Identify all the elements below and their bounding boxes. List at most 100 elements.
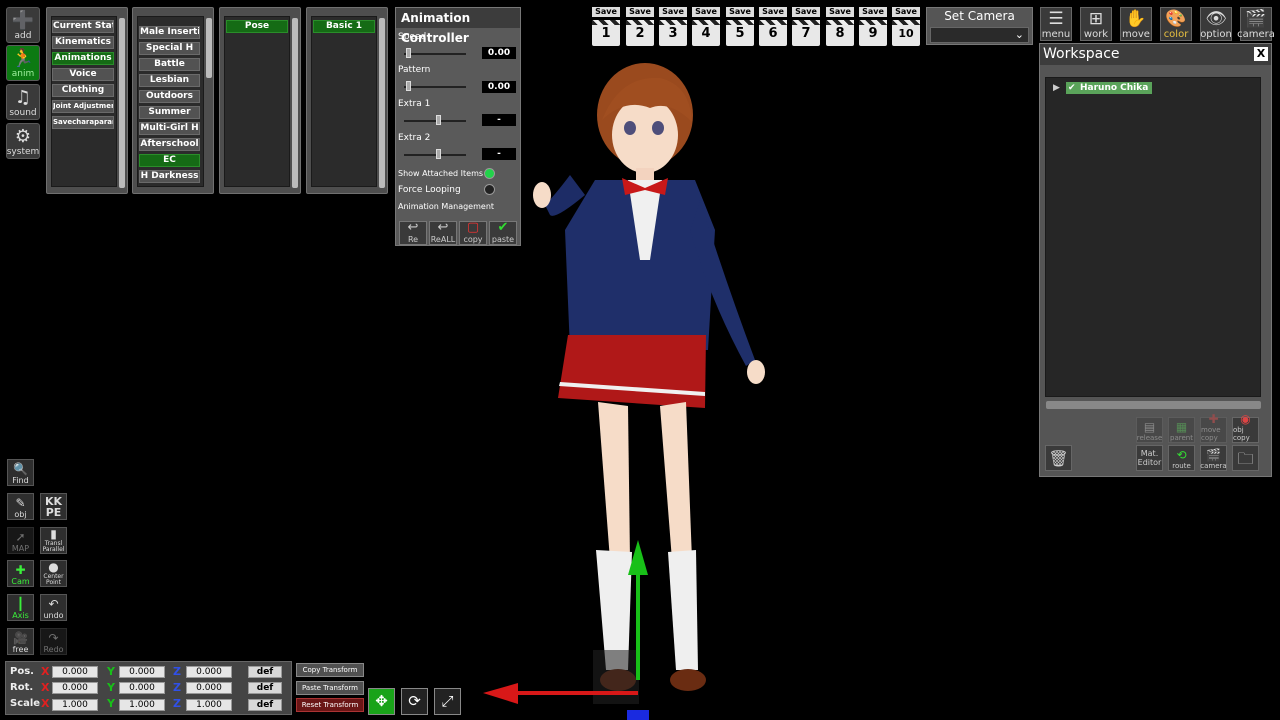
- gizmo-y-arrow[interactable]: [628, 540, 648, 575]
- speed-slider[interactable]: [404, 53, 466, 55]
- transform-gizmo[interactable]: [478, 530, 678, 720]
- camera-button[interactable]: 🎬 camera: [1237, 7, 1275, 41]
- reset-button[interactable]: ↩ Re: [399, 221, 427, 245]
- kkpe-button[interactable]: KK PE: [40, 493, 67, 520]
- add-button[interactable]: ➕ add: [6, 7, 40, 43]
- group-item[interactable]: Afterschool: [139, 138, 200, 151]
- subgroup-scrollbar[interactable]: [292, 18, 298, 188]
- rot-y-input[interactable]: 0.000: [119, 682, 165, 694]
- category-joint-adjustment[interactable]: Joint Adjustment: [52, 100, 114, 113]
- find-button[interactable]: 🔍 Find: [7, 459, 34, 486]
- set-camera-dropdown[interactable]: ⌄: [930, 27, 1029, 43]
- group-item[interactable]: Outdoors: [139, 90, 200, 103]
- save-scene-7[interactable]: Save 7: [792, 7, 820, 47]
- add-camera-button[interactable]: 🎬 camera: [1200, 445, 1227, 471]
- extra1-slider[interactable]: [404, 120, 466, 122]
- system-button[interactable]: ⚙ system: [6, 123, 40, 159]
- scale-label: Scale: [10, 698, 41, 709]
- save-scene-10[interactable]: Save 10: [892, 7, 920, 47]
- animation-scrollbar[interactable]: [379, 18, 385, 188]
- redo-button[interactable]: ↷ Redo: [40, 628, 67, 655]
- category-savecharaparam[interactable]: Savecharaparam: [52, 116, 114, 129]
- scale-def-button[interactable]: def: [248, 699, 282, 711]
- gizmo-z-axis[interactable]: [627, 710, 649, 720]
- map-button[interactable]: ➚ MAP: [7, 527, 34, 554]
- parent-button[interactable]: ▦ parent: [1168, 417, 1195, 443]
- sound-button[interactable]: ♫ sound: [6, 84, 40, 120]
- scale-z-input[interactable]: 1.000: [186, 699, 232, 711]
- category-scrollbar[interactable]: [119, 18, 125, 188]
- release-button[interactable]: ▤ release: [1136, 417, 1163, 443]
- scale-gizmo-button[interactable]: ⤢: [434, 688, 461, 715]
- group-item[interactable]: Male Insertion: [139, 26, 200, 39]
- option-button[interactable]: 👁 option: [1200, 7, 1232, 41]
- close-icon[interactable]: X: [1254, 47, 1268, 61]
- undo-button[interactable]: ↶ undo: [40, 594, 67, 621]
- extra2-slider[interactable]: [404, 154, 466, 156]
- pos-y-input[interactable]: 0.000: [119, 666, 165, 678]
- transl-parallel-button[interactable]: ▮ Transl Parallel: [40, 527, 67, 554]
- category-current-state[interactable]: Current State: [52, 20, 114, 33]
- move-copy-button[interactable]: ✚ move copy: [1200, 413, 1227, 443]
- rotate-gizmo-button[interactable]: ⟳: [401, 688, 428, 715]
- copy-button[interactable]: ▢ copy: [459, 221, 487, 245]
- checkmark-icon[interactable]: ✔: [1068, 82, 1076, 94]
- copy-transform-button[interactable]: Copy Transform: [296, 663, 364, 677]
- subgroup-item-selected[interactable]: Pose: [226, 20, 288, 33]
- force-looping-toggle[interactable]: [484, 184, 495, 195]
- pattern-slider-handle[interactable]: [406, 81, 411, 91]
- group-item[interactable]: Lesbian: [139, 74, 200, 87]
- expand-arrow-icon[interactable]: ▶: [1053, 83, 1060, 93]
- move-gizmo-button[interactable]: ✥: [368, 688, 395, 715]
- axis-button[interactable]: ┃ Axis: [7, 594, 34, 621]
- pos-x-input[interactable]: 0.000: [52, 666, 98, 678]
- free-camera-button[interactable]: 🎥 free: [7, 628, 34, 655]
- pos-def-button[interactable]: def: [248, 666, 282, 678]
- save-scene-9[interactable]: Save 9: [859, 7, 887, 47]
- gizmo-center-handle[interactable]: [593, 650, 639, 704]
- extra2-slider-handle[interactable]: [436, 149, 441, 159]
- tree-node-character[interactable]: ✔ Haruno Chika: [1066, 82, 1153, 94]
- scale-y-input[interactable]: 1.000: [119, 699, 165, 711]
- group-item[interactable]: Special H: [139, 42, 200, 55]
- group-item-selected[interactable]: EC: [139, 154, 200, 167]
- paste-transform-button[interactable]: Paste Transform: [296, 681, 364, 695]
- category-animations[interactable]: Animations: [52, 52, 114, 65]
- rot-z-input[interactable]: 0.000: [186, 682, 232, 694]
- route-button[interactable]: ⟲ route: [1168, 445, 1195, 471]
- work-button[interactable]: ⊞ work: [1080, 7, 1112, 41]
- category-clothing[interactable]: Clothing: [52, 84, 114, 97]
- obj-copy-button[interactable]: ◉ obj copy: [1232, 413, 1259, 443]
- delete-button[interactable]: 🗑: [1045, 445, 1072, 471]
- speed-slider-handle[interactable]: [406, 48, 411, 58]
- group-item[interactable]: H Darkness: [139, 170, 200, 183]
- folder-button[interactable]: 🗀: [1232, 445, 1259, 471]
- group-scrollbar[interactable]: [206, 18, 212, 78]
- workspace-scrollbar[interactable]: [1046, 401, 1261, 409]
- gizmo-x-arrow[interactable]: [483, 683, 518, 704]
- color-button[interactable]: 🎨 color: [1160, 7, 1192, 41]
- group-item[interactable]: Summer: [139, 106, 200, 119]
- group-item[interactable]: Battle: [139, 58, 200, 71]
- anim-button[interactable]: 🏃 anim: [6, 45, 40, 81]
- category-kinematics[interactable]: Kinematics: [52, 36, 114, 49]
- rot-def-button[interactable]: def: [248, 682, 282, 694]
- obj-button[interactable]: ✎ obj: [7, 493, 34, 520]
- rot-x-input[interactable]: 0.000: [52, 682, 98, 694]
- menu-button[interactable]: ☰ menu: [1040, 7, 1072, 41]
- pattern-slider[interactable]: [404, 86, 466, 88]
- pos-z-input[interactable]: 0.000: [186, 666, 232, 678]
- animation-item-selected[interactable]: Basic 1: [313, 20, 375, 33]
- category-voice[interactable]: Voice: [52, 68, 114, 81]
- show-attached-toggle[interactable]: [484, 168, 495, 179]
- reset-all-button[interactable]: ↩ ReALL: [429, 221, 457, 245]
- cam-button[interactable]: ✚ Cam: [7, 560, 34, 587]
- scale-x-input[interactable]: 1.000: [52, 699, 98, 711]
- move-button[interactable]: ✋ move: [1120, 7, 1152, 41]
- mat-editor-button[interactable]: Mat. Editor: [1136, 445, 1163, 471]
- reset-transform-button[interactable]: Reset Transform: [296, 698, 364, 712]
- extra1-slider-handle[interactable]: [436, 115, 441, 125]
- center-point-button[interactable]: ● Center Point: [40, 560, 67, 587]
- save-scene-8[interactable]: Save 8: [826, 7, 854, 47]
- group-item[interactable]: Multi-Girl H: [139, 122, 200, 135]
